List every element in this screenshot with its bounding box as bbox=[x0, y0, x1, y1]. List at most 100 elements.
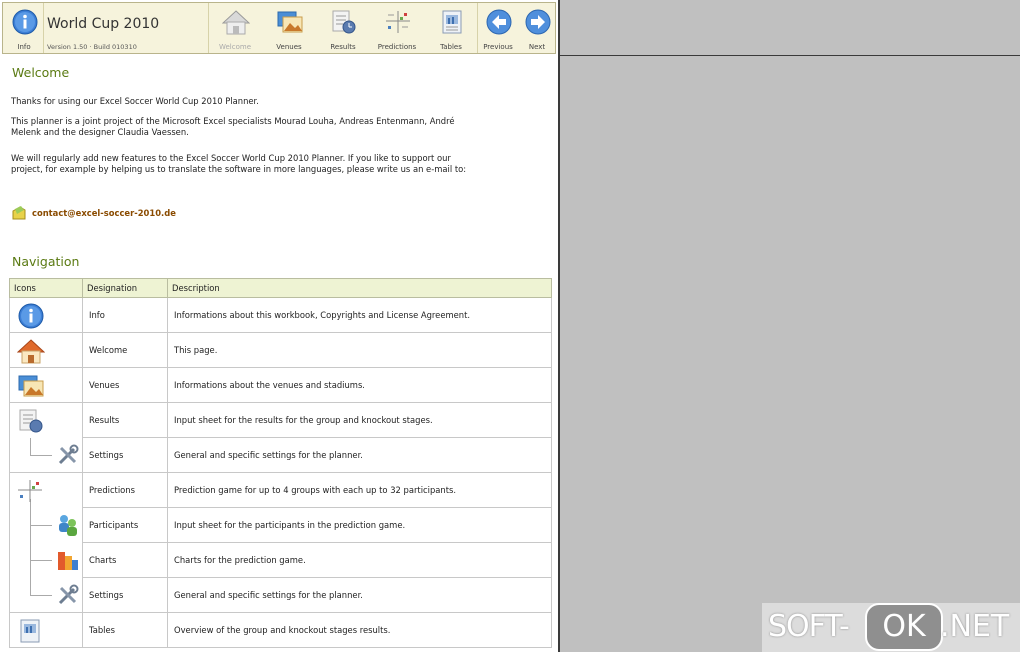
column-header-designation: Designation bbox=[82, 278, 168, 298]
icon-cell bbox=[9, 612, 83, 648]
watermark-badge: OK bbox=[865, 603, 943, 651]
predictions-button-label: Predictions bbox=[377, 43, 417, 51]
welcome-button-label: Welcome bbox=[218, 43, 252, 51]
predictions-icon bbox=[386, 11, 410, 33]
app-title: World Cup 2010 bbox=[47, 16, 160, 32]
welcome-paragraph-1: Thanks for using our Excel Soccer World … bbox=[11, 96, 259, 106]
tree-line bbox=[30, 594, 52, 596]
next-button-label: Next bbox=[528, 43, 546, 51]
tables-button-label: Tables bbox=[440, 43, 462, 51]
table-row[interactable]: Info Informations about this workbook, C… bbox=[9, 297, 552, 333]
tree-line bbox=[30, 437, 31, 456]
designation-cell: Venues bbox=[82, 367, 168, 403]
settings-icon bbox=[58, 444, 79, 464]
description-cell: Input sheet for the participants in the … bbox=[167, 507, 552, 543]
tree-line bbox=[30, 559, 52, 561]
designation-cell: Charts bbox=[82, 542, 168, 578]
tables-button[interactable]: Tables bbox=[425, 3, 477, 53]
icon-cell bbox=[9, 437, 83, 473]
navigation-table: Icons Designation Description Info Infor… bbox=[9, 278, 552, 648]
home-icon bbox=[222, 10, 250, 35]
venues-button-label: Venues bbox=[276, 43, 302, 51]
welcome-paragraph-2: This planner is a joint project of the M… bbox=[11, 116, 455, 137]
participants-icon bbox=[59, 514, 77, 536]
designation-cell: Participants bbox=[82, 507, 168, 543]
arrow-right-icon bbox=[525, 9, 551, 35]
venues-icon bbox=[18, 375, 44, 397]
info-button-label: Info bbox=[17, 43, 31, 51]
designation-cell: Info bbox=[82, 297, 168, 333]
icon-cell bbox=[9, 332, 83, 368]
arrow-left-icon bbox=[486, 9, 512, 35]
tables-icon bbox=[442, 10, 462, 34]
column-header-icons: Icons bbox=[9, 278, 83, 298]
icon-cell bbox=[9, 297, 83, 333]
charts-icon bbox=[58, 551, 78, 570]
results-icon bbox=[19, 409, 43, 433]
previous-button[interactable]: Previous bbox=[479, 3, 517, 53]
designation-cell: Tables bbox=[82, 612, 168, 648]
watermark-text: .NET bbox=[940, 609, 1010, 644]
predictions-button[interactable]: Predictions bbox=[371, 3, 423, 53]
description-cell: Overview of the group and knockout stage… bbox=[167, 612, 552, 648]
welcome-heading: Welcome bbox=[12, 65, 70, 80]
version-text: Version 1.50 · Build 010310 bbox=[47, 43, 137, 51]
designation-cell: Predictions bbox=[82, 472, 168, 508]
navigation-heading: Navigation bbox=[12, 254, 80, 269]
description-cell: Input sheet for the results for the grou… bbox=[167, 402, 552, 438]
next-button[interactable]: Next bbox=[518, 3, 556, 53]
description-cell: General and specific settings for the pl… bbox=[167, 577, 552, 613]
table-row[interactable]: Tables Overview of the group and knockou… bbox=[9, 612, 552, 648]
settings-icon bbox=[58, 584, 79, 604]
watermark-text: SOFT- bbox=[768, 609, 850, 644]
welcome-button[interactable]: Welcome bbox=[209, 3, 261, 53]
toolbar: Info World Cup 2010 Version 1.50 · Build… bbox=[2, 2, 556, 54]
info-icon bbox=[18, 303, 44, 329]
icon-cell bbox=[9, 402, 83, 438]
venues-button[interactable]: Venues bbox=[263, 3, 315, 53]
table-row[interactable]: Results Input sheet for the results for … bbox=[9, 402, 552, 438]
table-row[interactable]: Venues Informations about the venues and… bbox=[9, 367, 552, 403]
table-row[interactable]: Welcome This page. bbox=[9, 332, 552, 368]
results-button[interactable]: Results bbox=[317, 3, 369, 53]
worksheet: Info World Cup 2010 Version 1.50 · Build… bbox=[0, 0, 560, 652]
icon-cell bbox=[9, 367, 83, 403]
info-button[interactable]: Info bbox=[5, 3, 43, 53]
info-icon bbox=[12, 9, 38, 35]
tree-line bbox=[30, 454, 52, 456]
email-address[interactable]: contact@excel-soccer-2010.de bbox=[32, 208, 176, 218]
welcome-paragraph-3: We will regularly add new features to th… bbox=[11, 153, 467, 174]
description-cell: Prediction game for up to 4 groups with … bbox=[167, 472, 552, 508]
table-row[interactable]: Settings General and specific settings f… bbox=[9, 437, 552, 473]
designation-cell: Settings bbox=[82, 437, 168, 473]
designation-cell: Results bbox=[82, 402, 168, 438]
tree-line bbox=[30, 577, 31, 596]
icon-cell bbox=[9, 577, 83, 613]
description-cell: Informations about this workbook, Copyri… bbox=[167, 297, 552, 333]
table-row[interactable]: Settings General and specific settings f… bbox=[9, 577, 552, 613]
predictions-icon bbox=[18, 480, 42, 502]
toolbar-separator bbox=[477, 3, 478, 53]
previous-button-label: Previous bbox=[483, 43, 513, 51]
table-row[interactable]: Charts Charts for the prediction game. bbox=[9, 542, 552, 578]
results-icon bbox=[332, 10, 356, 34]
toolbar-separator bbox=[43, 3, 44, 53]
venues-icon bbox=[277, 11, 303, 33]
designation-cell: Welcome bbox=[82, 332, 168, 368]
table-row[interactable]: Predictions Prediction game for up to 4 … bbox=[9, 472, 552, 508]
results-button-label: Results bbox=[330, 43, 356, 51]
gridline bbox=[558, 55, 1020, 56]
icon-cell bbox=[9, 542, 83, 578]
description-cell: This page. bbox=[167, 332, 552, 368]
home-icon bbox=[17, 339, 45, 364]
designation-cell: Settings bbox=[82, 577, 168, 613]
description-cell: General and specific settings for the pl… bbox=[167, 437, 552, 473]
mail-icon bbox=[12, 206, 26, 220]
tables-icon bbox=[20, 619, 40, 643]
watermark: SOFT- OK .NET bbox=[762, 603, 1020, 652]
description-cell: Charts for the prediction game. bbox=[167, 542, 552, 578]
icon-cell bbox=[9, 472, 83, 508]
tree-line bbox=[30, 524, 52, 526]
table-row[interactable]: Participants Input sheet for the partici… bbox=[9, 507, 552, 543]
icon-cell bbox=[9, 507, 83, 543]
